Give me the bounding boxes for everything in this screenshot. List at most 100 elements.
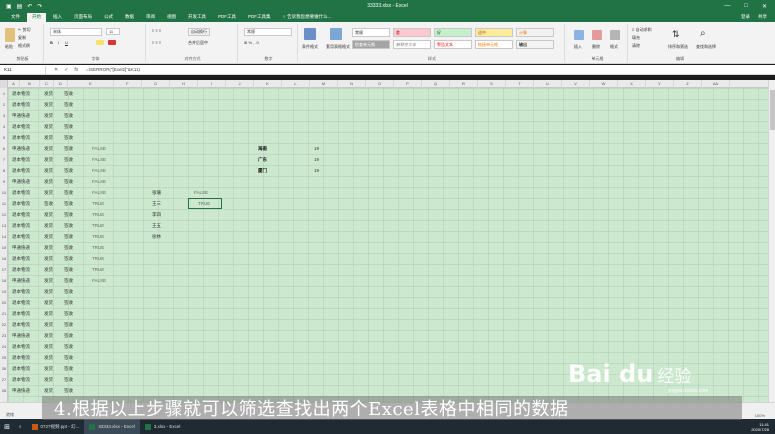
row-header[interactable]: 23 — [0, 330, 7, 341]
data-cell[interactable]: 发货 — [44, 385, 53, 396]
data-cell[interactable]: 退本物流 — [12, 363, 30, 374]
data-cell[interactable]: 签收 — [64, 319, 73, 330]
data-cell[interactable]: 发货 — [44, 143, 53, 154]
format-button[interactable]: 格式 — [610, 44, 618, 50]
cut-button[interactable]: ✂ 剪切 — [18, 27, 30, 33]
name-box[interactable]: K11 — [2, 65, 46, 74]
paste-icon[interactable] — [5, 28, 15, 42]
data-cell[interactable]: 签收 — [64, 341, 73, 352]
paste-button[interactable]: 粘贴 — [5, 44, 13, 50]
column-header[interactable]: I — [198, 80, 226, 88]
merge-center-button[interactable]: 合并后居中 — [188, 40, 208, 46]
column-header[interactable]: U — [534, 80, 562, 88]
data-cell[interactable]: 签收 — [64, 132, 73, 143]
data-cell[interactable]: 退本物流 — [12, 220, 30, 231]
tab-insert[interactable]: 插入 — [48, 13, 67, 22]
data-cell[interactable]: 发货 — [44, 297, 53, 308]
column-header[interactable]: P — [394, 80, 422, 88]
data-cell[interactable]: 签收 — [64, 187, 73, 198]
column-header[interactable]: L — [282, 80, 310, 88]
region-value-cell[interactable]: 19 — [314, 154, 319, 165]
row-header[interactable]: 1 — [0, 88, 7, 99]
format-as-table-button[interactable]: 套用表格格式 — [326, 44, 350, 50]
data-cell[interactable]: 退本物流 — [12, 187, 30, 198]
data-cell[interactable]: 发货 — [44, 264, 53, 275]
number-format-select[interactable]: 常规 — [244, 28, 292, 36]
data-cell[interactable]: 签收 — [64, 308, 73, 319]
row-header[interactable]: 11 — [0, 198, 7, 209]
conditional-format-button[interactable]: 条件格式 — [302, 44, 318, 50]
data-cell[interactable]: FALSE — [92, 176, 106, 187]
tab-pdf-tools[interactable]: PDF工具 — [213, 13, 241, 22]
tab-review[interactable]: 审阅 — [141, 13, 160, 22]
data-cell[interactable]: 申通快递 — [12, 330, 30, 341]
column-header[interactable]: R — [450, 80, 478, 88]
data-cell[interactable]: 退本物流 — [12, 231, 30, 242]
data-cell[interactable]: 申通快递 — [12, 385, 30, 396]
region-name-cell[interactable]: 厦门 — [258, 165, 267, 176]
style-check-cell[interactable]: 检查单元格 — [352, 40, 390, 49]
row-header[interactable]: 4 — [0, 121, 7, 132]
row-header[interactable]: 19 — [0, 286, 7, 297]
sort-filter-button[interactable]: 排序和筛选 — [668, 44, 688, 50]
format-as-table-icon[interactable] — [330, 28, 342, 40]
data-cell[interactable]: 签收 — [64, 363, 73, 374]
column-header[interactable]: A — [8, 80, 20, 88]
tab-view[interactable]: 视图 — [162, 13, 181, 22]
data-cell[interactable]: 发货 — [44, 352, 53, 363]
data-cell[interactable]: 签收 — [64, 330, 73, 341]
region-name-cell[interactable]: 广东 — [258, 154, 267, 165]
row-header[interactable]: 17 — [0, 264, 7, 275]
data-cell[interactable]: 签收 — [64, 88, 73, 99]
style-calculation[interactable]: 计算 — [516, 28, 554, 37]
data-cell[interactable]: 发货 — [44, 308, 53, 319]
data-cell[interactable]: 签收 — [64, 352, 73, 363]
data-cell[interactable]: 签收 — [64, 286, 73, 297]
data-cell[interactable]: 申通快递 — [12, 176, 30, 187]
data-cell[interactable]: TRUE — [92, 264, 104, 275]
data-cell[interactable]: 退本物流 — [12, 154, 30, 165]
region-value-cell[interactable]: 19 — [314, 165, 319, 176]
data-cell[interactable]: 发货 — [44, 154, 53, 165]
data-cell[interactable]: 申通快递 — [12, 275, 30, 286]
data-cell[interactable]: 发货 — [44, 275, 53, 286]
row-header[interactable]: 5 — [0, 132, 7, 143]
taskbar-item-excel-33333[interactable]: 33333.xlsx - Excel — [84, 419, 140, 434]
data-cell[interactable]: TRUE — [92, 231, 104, 242]
tab-file[interactable]: 文件 — [6, 13, 25, 22]
data-cell[interactable]: 退本物流 — [12, 308, 30, 319]
tab-pdf-toolset[interactable]: PDF工具集 — [243, 13, 276, 22]
data-cell[interactable]: 申通快递 — [12, 110, 30, 121]
data-cell[interactable]: 发货 — [44, 121, 53, 132]
data-cell[interactable]: 签收 — [64, 297, 73, 308]
data-cell[interactable]: 退本物流 — [12, 253, 30, 264]
data-cell[interactable]: 发货 — [44, 286, 53, 297]
tab-data[interactable]: 数据 — [120, 13, 139, 22]
enter-icon[interactable]: ✓ — [64, 67, 68, 73]
font-name-select[interactable]: 宋体 — [50, 28, 102, 36]
data-cell[interactable]: 签收 — [64, 121, 73, 132]
column-header[interactable]: Z — [674, 80, 702, 88]
row-header[interactable]: 24 — [0, 341, 7, 352]
data-cell[interactable]: 签收 — [64, 242, 73, 253]
data-cell[interactable]: 退本物流 — [12, 198, 30, 209]
row-header[interactable]: 2 — [0, 99, 7, 110]
data-cell[interactable]: 退本物流 — [12, 297, 30, 308]
number-format-icons[interactable]: ⊞ % , .0 — [244, 40, 259, 45]
row-header[interactable]: 12 — [0, 209, 7, 220]
data-cell[interactable]: 签收 — [64, 143, 73, 154]
column-header[interactable]: J — [226, 80, 254, 88]
insert-cells-icon[interactable] — [574, 30, 584, 40]
data-cell[interactable]: FALSE — [92, 275, 106, 286]
data-cell[interactable]: 签收 — [44, 198, 53, 209]
row-header[interactable]: 7 — [0, 154, 7, 165]
column-header[interactable]: G — [142, 80, 170, 88]
region-name-cell[interactable]: 海南 — [258, 143, 267, 154]
column-header[interactable]: AA — [702, 80, 730, 88]
data-cell[interactable]: 签收 — [64, 209, 73, 220]
data-cell[interactable]: 发货 — [44, 132, 53, 143]
data-cell[interactable]: 签收 — [64, 253, 73, 264]
data-cell[interactable]: 签收 — [64, 154, 73, 165]
row-header[interactable]: 8 — [0, 165, 7, 176]
data-cell[interactable]: 签收 — [64, 176, 73, 187]
